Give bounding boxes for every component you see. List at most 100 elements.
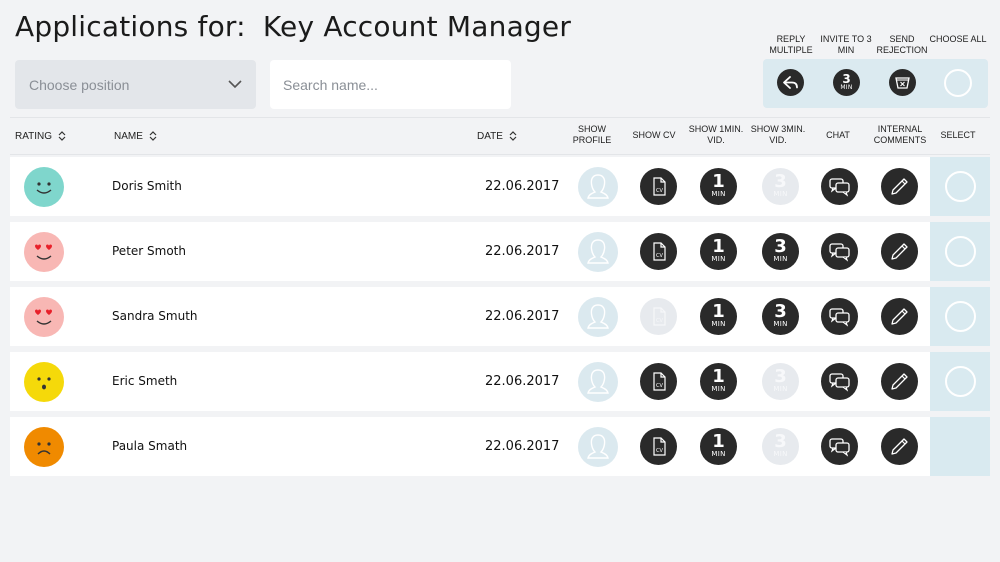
pencil-icon [891, 373, 908, 390]
show-1min-video-button[interactable]: 1 MIN [700, 168, 737, 205]
internal-comments-button[interactable] [881, 363, 918, 400]
internal-comments-button[interactable] [881, 298, 918, 335]
show-3min-video-button[interactable]: 3 MIN [762, 298, 799, 335]
sort-name[interactable]: NAME [114, 130, 157, 142]
reply-icon [783, 76, 798, 89]
show-1min-video-button[interactable]: 1 MIN [700, 233, 737, 270]
show-1min-column-label: SHOW 1MIN. VID. [688, 124, 744, 145]
select-checkbox[interactable] [945, 236, 976, 267]
one-minute-number: 1 [712, 366, 725, 387]
pencil-icon [891, 243, 908, 260]
cv-text: CV [656, 448, 663, 454]
profile-silhouette-icon [587, 303, 609, 329]
internal-comments-button[interactable] [881, 233, 918, 270]
pencil-icon [891, 308, 908, 325]
reply-multiple-label: REPLY MULTIPLE [769, 34, 813, 55]
search-input[interactable] [270, 60, 511, 109]
profile-silhouette-icon [587, 368, 609, 394]
three-minute-number: 3 [774, 171, 787, 192]
minute-unit: MIN [711, 320, 726, 328]
sad-face-icon [24, 426, 64, 467]
table-row: Doris Smith 22.06.2017 CV 1 MIN 3 MIN [10, 157, 990, 216]
show-cv-button[interactable]: CV [640, 233, 677, 270]
invite-3min-button[interactable]: 3 MIN [833, 69, 860, 96]
chat-button[interactable] [821, 428, 858, 465]
sort-icon [58, 131, 66, 141]
show-3min-video-button[interactable]: 3 MIN [762, 233, 799, 270]
show-cv-button-disabled: CV [640, 298, 677, 335]
applicant-name[interactable]: Doris Smith [112, 179, 182, 193]
date-column-label: DATE [477, 130, 503, 142]
chat-button[interactable] [821, 298, 858, 335]
show-1min-video-button[interactable]: 1 MIN [700, 363, 737, 400]
heart-eyes-face-icon [24, 231, 64, 272]
show-1min-video-button[interactable]: 1 MIN [700, 298, 737, 335]
internal-comments-button[interactable] [881, 168, 918, 205]
applicant-name[interactable]: Paula Smath [112, 439, 187, 453]
select-checkbox[interactable] [945, 366, 976, 397]
application-date: 22.06.2017 [485, 438, 560, 454]
send-rejection-button[interactable] [889, 69, 916, 96]
heart-eyes-face-icon [24, 296, 64, 337]
table-row: Peter Smoth 22.06.2017 CV 1 MIN 3 MIN [10, 222, 990, 281]
sort-icon [149, 131, 157, 141]
select-cell [930, 287, 990, 346]
show-profile-button[interactable] [578, 296, 618, 337]
cv-document-icon: CV [653, 177, 666, 196]
cv-document-icon: CV [653, 242, 666, 261]
three-minute-number: 3 [774, 236, 787, 257]
show-3min-video-button-disabled: 3 MIN [762, 428, 799, 465]
chat-button[interactable] [821, 363, 858, 400]
choose-all-checkbox[interactable] [944, 69, 972, 97]
sort-date[interactable]: DATE [477, 130, 517, 142]
chat-button[interactable] [821, 233, 858, 270]
minute-unit: MIN [773, 450, 788, 458]
profile-silhouette-icon [587, 173, 609, 199]
table-row: Paula Smath 22.06.2017 CV 1 MIN 3 MIN [10, 417, 990, 476]
cv-document-icon: CV [653, 307, 666, 326]
cv-text: CV [656, 188, 663, 194]
minute-unit: MIN [711, 190, 726, 198]
chat-button[interactable] [821, 168, 858, 205]
one-minute-number: 1 [712, 431, 725, 452]
reply-multiple-button[interactable] [777, 69, 804, 96]
application-date: 22.06.2017 [485, 243, 560, 259]
internal-comments-button[interactable] [881, 428, 918, 465]
chat-bubbles-icon [829, 243, 850, 262]
internal-comments-column-label: INTERNAL COMMENTS [873, 124, 927, 145]
show-profile-button[interactable] [578, 361, 618, 402]
select-cell [930, 352, 990, 411]
show-profile-button[interactable] [578, 426, 618, 467]
three-minute-number: 3 [774, 431, 787, 452]
select-cell [930, 417, 990, 476]
invite-3min-label: INVITE TO 3 MIN [820, 34, 872, 55]
show-cv-button[interactable]: CV [640, 428, 677, 465]
show-3min-video-button-disabled: 3 MIN [762, 363, 799, 400]
minute-unit: MIN [773, 255, 788, 263]
page-title: Applications for: Key Account Manager [15, 10, 571, 43]
minute-unit: MIN [711, 385, 726, 393]
send-rejection-label: SEND REJECTION [876, 34, 928, 55]
table-row: Sandra Smuth 22.06.2017 CV 1 MIN 3 MIN [10, 287, 990, 346]
rating-column-label: RATING [15, 130, 53, 142]
sort-rating[interactable]: RATING [15, 130, 66, 142]
applicant-name[interactable]: Sandra Smuth [112, 309, 198, 323]
position-select[interactable]: Choose position [15, 60, 256, 109]
show-profile-button[interactable] [578, 166, 618, 207]
chat-column-label: CHAT [826, 130, 850, 140]
application-date: 22.06.2017 [485, 373, 560, 389]
cv-text: CV [656, 318, 663, 324]
chat-bubbles-icon [829, 308, 850, 327]
applicant-name[interactable]: Eric Smeth [112, 374, 177, 388]
select-checkbox[interactable] [945, 301, 976, 332]
show-1min-video-button[interactable]: 1 MIN [700, 428, 737, 465]
show-cv-button[interactable]: CV [640, 168, 677, 205]
select-checkbox[interactable] [945, 171, 976, 202]
chat-bubbles-icon [829, 373, 850, 392]
chevron-down-icon [228, 80, 242, 89]
surprised-face-icon [24, 361, 64, 402]
show-profile-button[interactable] [578, 231, 618, 272]
applicant-name[interactable]: Peter Smoth [112, 244, 186, 258]
profile-silhouette-icon [587, 238, 609, 264]
show-cv-button[interactable]: CV [640, 363, 677, 400]
